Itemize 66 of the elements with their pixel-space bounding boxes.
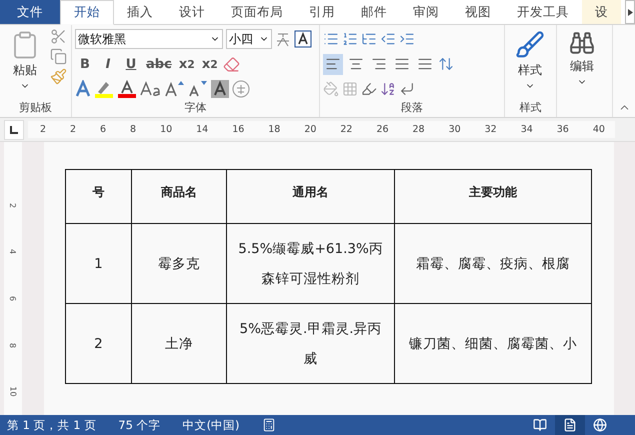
page-icon (563, 418, 577, 432)
group-label: 剪贴板 (18, 100, 53, 116)
shrink-font-icon[interactable] (188, 80, 208, 98)
show-marks-icon[interactable] (399, 81, 415, 97)
table-header: 商品名 (131, 170, 226, 224)
font-color-icon[interactable] (117, 80, 137, 98)
book-icon (533, 418, 547, 432)
align-icon (394, 56, 410, 72)
enclosed-character-icon[interactable] (232, 80, 250, 98)
tab-stop-icon[interactable] (4, 120, 24, 140)
print-layout-button[interactable] (555, 415, 585, 435)
group-label: 字体 (184, 100, 208, 116)
ribbon-tab[interactable]: 开始 (60, 0, 114, 25)
decrease-indent-icon[interactable] (380, 31, 396, 47)
group-label: 样式 (518, 100, 542, 116)
line-spacing-icon[interactable] (438, 56, 454, 72)
table-header: 号 (66, 170, 132, 224)
file-tab[interactable]: 文件 (0, 0, 60, 24)
bordered-letter-icon[interactable] (294, 30, 312, 48)
vertical-ruler: 2 4 6 8 10 (4, 142, 22, 415)
scissors-icon[interactable] (50, 28, 67, 45)
grow-font-icon[interactable] (165, 80, 185, 98)
word-count[interactable]: 75 个字 (118, 418, 161, 432)
table-header: 主要功能 (394, 170, 592, 224)
table-cell: 2 (66, 304, 132, 384)
eraser-icon[interactable] (222, 56, 240, 72)
multilevel-list-icon[interactable] (361, 31, 377, 47)
table-header: 通用名 (226, 170, 395, 224)
table-cell: 土净 (131, 304, 226, 384)
globe-icon (593, 418, 607, 432)
text-effect-icon[interactable] (75, 80, 91, 98)
table-cell: 1 (66, 224, 132, 304)
brush-icon (515, 30, 545, 60)
table-cell: 霜霉、腐霉、疫病、根腐 (394, 224, 592, 304)
align-icon (417, 56, 433, 72)
format-button[interactable]: I (98, 54, 118, 74)
table-cell: 5%恶霉灵.甲霜灵.异丙威 (226, 304, 395, 384)
numbered-list-icon[interactable] (342, 31, 358, 47)
ribbon-tab[interactable]: 设 (582, 0, 621, 24)
align-icon (371, 56, 387, 72)
table-cell: 镰刀菌、细菌、腐霉菌、小 (394, 304, 592, 384)
table-cell: 霉多克 (131, 224, 226, 304)
shaded-letter-icon[interactable] (211, 80, 229, 98)
increase-indent-icon[interactable] (399, 31, 415, 47)
styles-button[interactable]: 样式 (508, 28, 552, 100)
change-case-icon[interactable] (140, 80, 162, 98)
editing-button[interactable]: 编辑 (560, 28, 604, 100)
format-button[interactable]: B (75, 54, 95, 74)
language-status[interactable]: 中文(中国) (182, 418, 240, 432)
scroll-right-icon[interactable] (625, 0, 635, 24)
font-size-field[interactable]: 小四 (226, 29, 272, 49)
paste-button[interactable]: 粘贴 (3, 28, 47, 100)
sort-icon[interactable] (380, 81, 396, 97)
format-button[interactable]: U (121, 54, 141, 74)
binoculars-icon (569, 30, 595, 56)
align-icon (348, 56, 364, 72)
horizontal-ruler: 2 2 6 8 10 14 16 18 20 22 26 28 30 32 34 36 40 (28, 121, 615, 138)
copy-icon[interactable] (50, 48, 67, 65)
font-name-field[interactable]: 微软雅黑 (75, 29, 223, 49)
group-label: 段落 (400, 100, 424, 116)
table-cell: 5.5%缬霉威+61.3%丙森锌可湿性粉剂 (226, 224, 395, 304)
align-button[interactable] (323, 54, 343, 74)
format-button[interactable]: abc (144, 54, 174, 74)
page-count[interactable]: 第 1 页，共 1 页 (7, 418, 96, 432)
highlighter-icon[interactable] (94, 80, 114, 98)
align-icon (325, 56, 341, 72)
